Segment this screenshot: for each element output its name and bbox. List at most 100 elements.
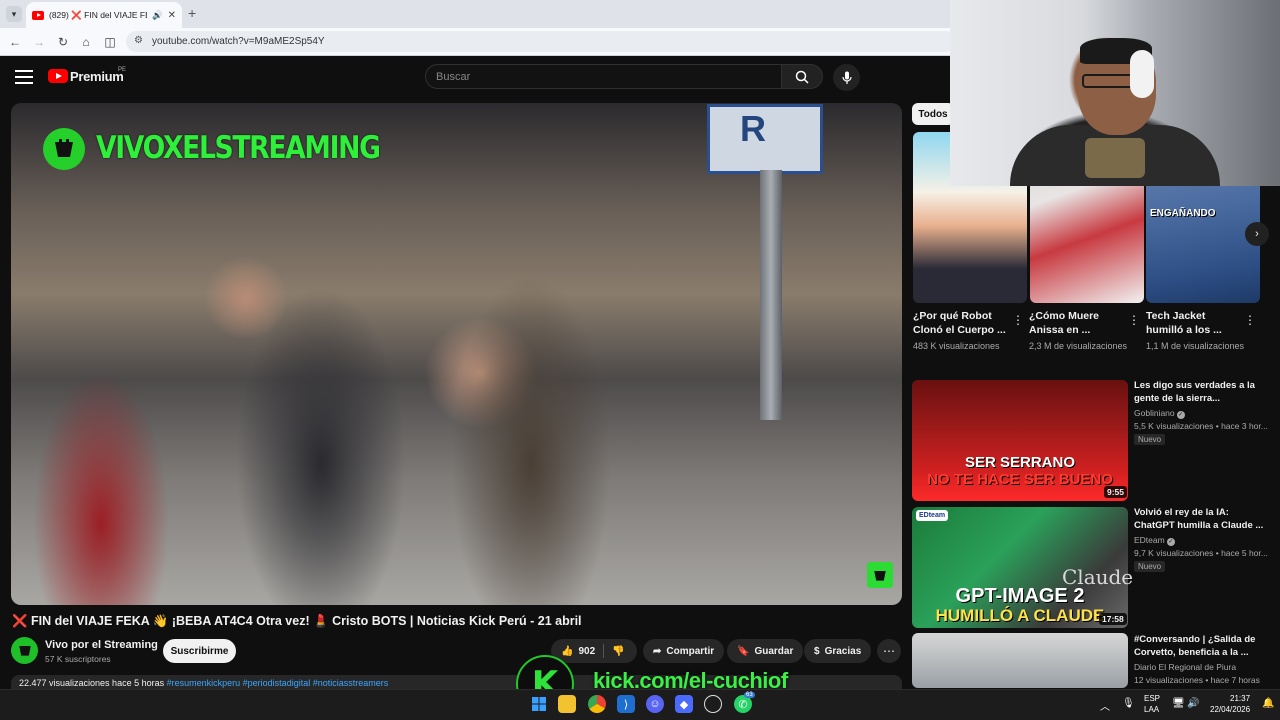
short-title[interactable]: Tech Jacket humilló a los ...: [1146, 309, 1242, 337]
filter-chip-all[interactable]: Todos: [912, 103, 954, 125]
discord-icon[interactable]: ☺: [646, 695, 664, 713]
subscribe-button[interactable]: Suscribirme: [163, 639, 236, 663]
thumbnail-overlay-text: GPT-IMAGE 2 HUMILLÓ A CLAUDE: [935, 585, 1105, 625]
thumbnail-logo: EDteam: [916, 510, 949, 521]
thumbs-up-icon: 👍: [561, 645, 574, 657]
region-label: PE: [118, 67, 127, 73]
browser-tab[interactable]: (829) ❌ FIN del VIAJE FEK 🔊 ✕: [26, 2, 182, 28]
short-menu-icon[interactable]: ⋮: [1128, 313, 1140, 327]
like-divider: [603, 644, 604, 658]
streamer-logo-icon: [43, 128, 85, 170]
headphones-icon: [1130, 50, 1154, 98]
speaker-icon: 🔊: [152, 9, 163, 20]
menu-icon[interactable]: [15, 68, 33, 84]
short-title[interactable]: ¿Cómo Muere Anissa en ...: [1029, 309, 1125, 337]
like-count: 902: [578, 645, 596, 657]
new-badge: Nuevo: [1134, 561, 1166, 572]
new-badge: Nuevo: [1134, 434, 1166, 445]
thumbnail-overlay-text: SER SERRANO NO TE HACE SER BUENO: [927, 454, 1113, 488]
short-menu-icon[interactable]: ⋮: [1012, 313, 1024, 327]
url-input[interactable]: ⚙ youtube.com/watch?v=M9aME2Sp54Y: [126, 31, 956, 52]
channel-name[interactable]: Vivo por el Streaming: [45, 639, 158, 651]
tab-title: (829) ❌ FIN del VIAJE FEK: [49, 9, 148, 20]
windows-start-icon[interactable]: [530, 695, 548, 713]
more-actions-button[interactable]: ⋯: [877, 639, 901, 663]
app-icon[interactable]: ◆: [675, 695, 693, 713]
streamer-brand-text: VIVOXELSTREAMING: [96, 130, 381, 166]
watermark-icon: [867, 562, 893, 588]
video-channel[interactable]: Gobliniano ✓: [1134, 408, 1185, 419]
like-dislike-group: 👍 902 👎: [551, 639, 637, 663]
video-meta: 9,7 K visualizaciones • hace 5 hor...: [1134, 548, 1268, 558]
short-views: 2,3 M de visualizaciones: [1029, 341, 1128, 351]
share-label: Compartir: [666, 645, 715, 657]
description-tags[interactable]: #resumenkickperu #periodistadigital #not…: [167, 678, 389, 688]
short-title[interactable]: ¿Por qué Robot Clonó el Cuerpo ...: [913, 309, 1009, 337]
voice-search-button[interactable]: [833, 64, 860, 91]
street-sign-letter: R: [740, 108, 766, 149]
obs-icon[interactable]: [704, 695, 722, 713]
search-icon: [795, 70, 809, 84]
clock-time[interactable]: 21:37: [1230, 694, 1250, 703]
file-explorer-icon[interactable]: [558, 695, 576, 713]
youtube-logo-icon[interactable]: [48, 69, 68, 83]
description-views: 22.477 visualizaciones hace 5 horas: [19, 678, 165, 688]
video-channel[interactable]: Diario El Regional de Piura: [1134, 662, 1236, 672]
site-info-icon[interactable]: ⚙: [134, 35, 143, 46]
video-meta: 5,5 K visualizaciones • hace 3 hor...: [1134, 421, 1268, 431]
reload-icon[interactable]: ↻: [54, 33, 72, 51]
channel-avatar[interactable]: [11, 637, 38, 664]
webcam-shirt-print: [1085, 138, 1145, 178]
close-tab-icon[interactable]: ✕: [168, 10, 176, 21]
url-text: youtube.com/watch?v=M9aME2Sp54Y: [152, 36, 325, 47]
clock-date[interactable]: 22/04/2026: [1210, 705, 1250, 714]
volume-icon[interactable]: 🔊: [1187, 698, 1199, 709]
short-views: 1,1 M de visualizaciones: [1146, 341, 1245, 351]
home-icon[interactable]: ⌂: [77, 33, 95, 51]
video-title: ❌ FIN del VIAJE FEKA 👋 ¡BEBA AT4C4 Otra …: [12, 614, 582, 628]
tray-chevron-icon[interactable]: ︿: [1100, 698, 1110, 713]
video-title-link[interactable]: Volvió el rey de la IA: ChatGPT humilla …: [1134, 506, 1266, 532]
video-meta: 12 visualizaciones • hace 7 horas: [1134, 675, 1260, 685]
split-view-icon[interactable]: ◫: [101, 33, 119, 51]
video-title-link[interactable]: Les digo sus verdades a la gente de la s…: [1134, 379, 1266, 405]
share-button[interactable]: ➦ Compartir: [643, 639, 725, 663]
vscode-icon[interactable]: ⟩: [617, 695, 635, 713]
share-icon: ➦: [653, 645, 662, 657]
thanks-icon: $: [814, 645, 820, 657]
notifications-icon[interactable]: 🔔: [1262, 698, 1274, 709]
thanks-button[interactable]: $ Gracias: [804, 639, 872, 663]
tray-mic-icon[interactable]: 🎙: [1122, 698, 1135, 709]
video-channel[interactable]: EDteam ✓: [1134, 535, 1175, 546]
dislike-button[interactable]: 👎: [612, 646, 624, 657]
search-input[interactable]: Buscar: [425, 64, 782, 89]
video-title-link[interactable]: #Conversando | ¿Salida de Corvetto, bene…: [1134, 633, 1266, 659]
search-button[interactable]: [781, 64, 823, 89]
bookmark-icon: 🔖: [737, 645, 750, 657]
keyboard-language[interactable]: ESP: [1144, 694, 1160, 703]
tab-search-icon[interactable]: ▾: [6, 6, 22, 22]
youtube-favicon-icon: [32, 10, 44, 20]
verified-icon: ✓: [1176, 411, 1185, 419]
network-icon[interactable]: 🖥: [1172, 698, 1185, 709]
street-pole: [760, 170, 782, 420]
thanks-label: Gracias: [824, 645, 862, 657]
channel-subscribers: 57 K suscriptores: [45, 654, 111, 664]
short-views: 483 K visualizaciones: [913, 341, 1000, 351]
back-icon[interactable]: ←: [6, 33, 24, 51]
new-tab-button[interactable]: +: [188, 5, 196, 21]
thumbs-down-icon: 👎: [612, 645, 625, 657]
windows-taskbar: [0, 689, 1280, 720]
forward-icon[interactable]: →: [30, 33, 48, 51]
shorts-next-icon[interactable]: ›: [1245, 222, 1269, 246]
video-duration: 9:55: [1104, 486, 1128, 498]
verified-icon: ✓: [1166, 538, 1175, 546]
chrome-icon[interactable]: [588, 695, 606, 713]
short-menu-icon[interactable]: ⋮: [1244, 313, 1256, 327]
save-button[interactable]: 🔖 Guardar: [727, 639, 804, 663]
like-button[interactable]: 👍 902: [561, 646, 595, 657]
keyboard-layout[interactable]: LAA: [1144, 705, 1159, 714]
video-thumbnail[interactable]: [912, 633, 1128, 688]
youtube-premium-logo[interactable]: Premium: [70, 69, 124, 84]
save-label: Guardar: [754, 645, 794, 657]
